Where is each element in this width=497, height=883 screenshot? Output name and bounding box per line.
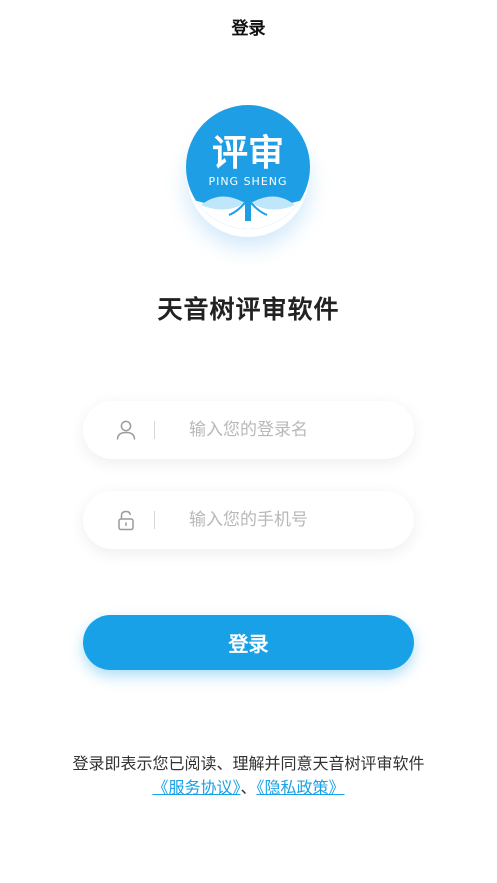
logo-sub-text: PING SHENG xyxy=(208,175,287,188)
service-agreement-link[interactable]: 《服务协议》 xyxy=(152,778,240,797)
link-separator: 、 xyxy=(240,778,257,797)
agreement-links: 《服务协议》、《隐私政策》 xyxy=(0,776,497,800)
logo-main-text: 评审 xyxy=(212,133,284,174)
user-icon xyxy=(116,420,136,440)
app-logo: 评审 PING SHENG xyxy=(181,103,315,237)
phone-field[interactable] xyxy=(83,491,414,549)
username-field[interactable] xyxy=(83,401,414,459)
agreement-text: 登录即表示您已阅读、理解并同意天音树评审软件 《服务协议》、《隐私政策》 xyxy=(0,752,497,800)
phone-input[interactable] xyxy=(189,491,399,549)
app-name: 天音树评审软件 xyxy=(157,295,340,324)
login-button[interactable]: 登录 xyxy=(83,615,414,670)
lock-icon xyxy=(118,510,134,531)
privacy-policy-link[interactable]: 《隐私政策》 xyxy=(257,778,345,797)
page-title: 登录 xyxy=(231,19,266,39)
login-page: 登录 评审 PING SHENG 天音树评审软件 输入您的登录名 输入您的手机号… xyxy=(0,0,497,883)
username-input[interactable] xyxy=(189,401,399,459)
agreement-statement: 登录即表示您已阅读、理解并同意天音树评审软件 xyxy=(72,754,425,773)
logo-icon: 评审 PING SHENG xyxy=(186,105,310,229)
field-divider xyxy=(154,421,155,439)
field-divider xyxy=(154,511,155,529)
